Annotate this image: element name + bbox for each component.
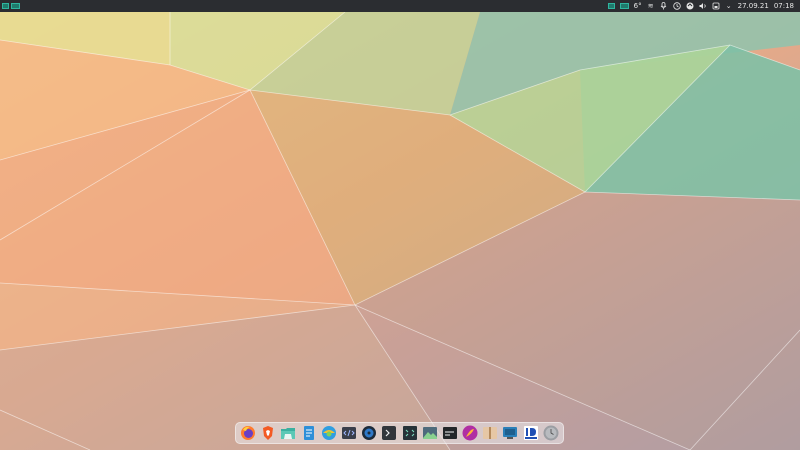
system-monitor-icon[interactable] [402,425,418,441]
virtualbox-icon[interactable] [502,425,518,441]
idm-icon[interactable] [523,425,539,441]
desktop-wallpaper [0,0,800,450]
office-document-icon[interactable] [301,425,317,441]
window-indicator-icon-2[interactable] [619,3,629,9]
brave-icon[interactable] [260,425,276,441]
media-player-icon[interactable] [361,425,377,441]
clipboard-icon[interactable] [672,2,681,10]
file-manager-icon[interactable] [280,425,296,441]
console-icon[interactable] [442,425,458,441]
update-notifier-icon[interactable] [686,2,694,10]
weather-temperature[interactable]: 6° [634,2,642,10]
terminal-icon[interactable] [381,425,397,441]
dock [235,422,564,444]
time-label[interactable]: 07:18 [774,2,794,10]
volume-icon[interactable] [699,2,707,10]
system-tray: 6° ≋ ⌄ 27.09.21 07:18 [607,2,800,10]
panel-left [0,3,20,9]
archive-icon[interactable] [482,425,498,441]
window-indicator-icon[interactable] [607,3,615,9]
device-notifier-icon[interactable] [712,2,720,10]
code-editor-icon[interactable] [341,425,357,441]
clock-icon[interactable] [543,425,559,441]
top-panel: 6° ≋ ⌄ 27.09.21 07:18 [0,0,800,12]
krita-icon[interactable] [462,425,478,441]
web-browser-icon[interactable] [321,425,337,441]
chevron-down-icon[interactable]: ⌄ [725,2,733,10]
application-launcher-icon[interactable] [2,3,9,9]
microphone-icon[interactable] [660,2,668,10]
virtual-desktop-pager[interactable] [11,3,20,9]
weather-icon[interactable]: ≋ [647,2,655,10]
image-viewer-icon[interactable] [422,425,438,441]
date-label[interactable]: 27.09.21 [738,2,769,10]
firefox-icon[interactable] [240,425,256,441]
